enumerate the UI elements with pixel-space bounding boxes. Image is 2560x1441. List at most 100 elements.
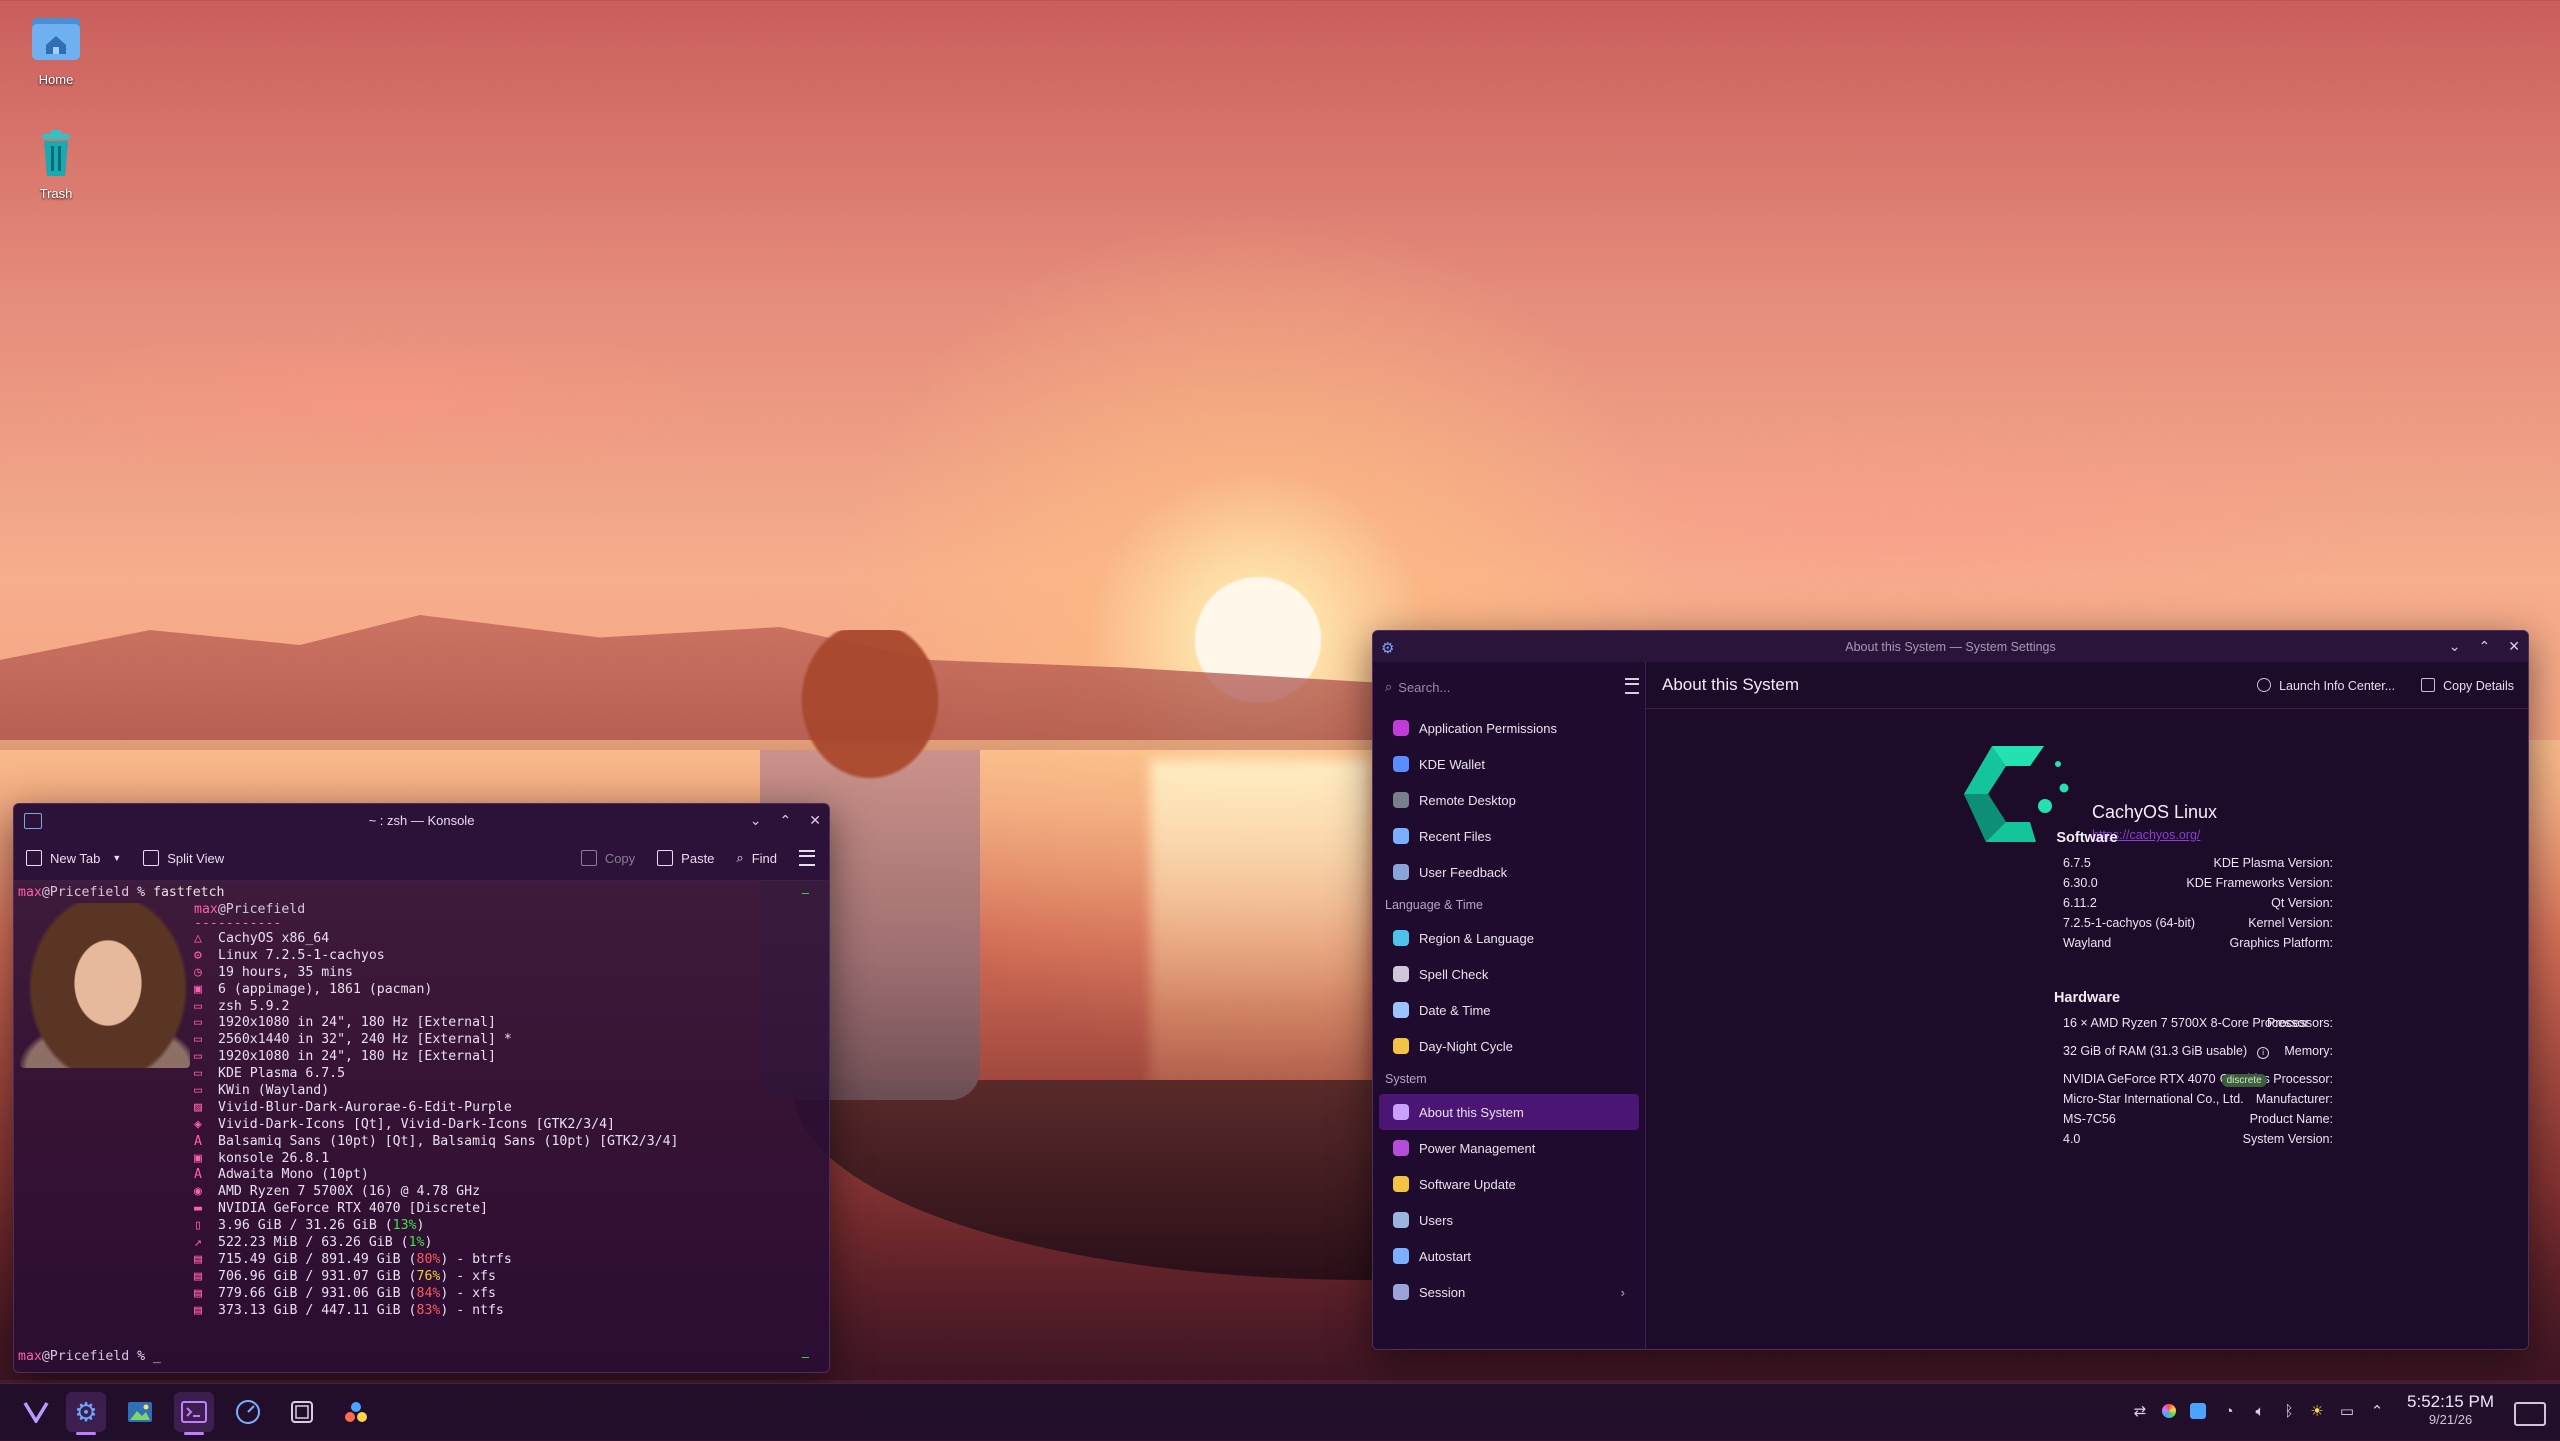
fastfetch-line-icon: ▣ [194, 981, 202, 997]
konsole-titlebar[interactable]: ~ : zsh — Konsole ⌄ ⌃ ✕ [14, 804, 829, 836]
sidebar-item-label: Day-Night Cycle [1419, 1038, 1513, 1054]
sidebar-item-user-feedback[interactable]: User Feedback [1379, 854, 1639, 890]
sidebar-item-date-time[interactable]: Date & Time [1379, 992, 1639, 1028]
sidebar-item-autostart[interactable]: Autostart [1379, 1238, 1639, 1274]
hamburger-menu-icon[interactable] [799, 850, 815, 866]
fastfetch-line-icon: △ [194, 931, 202, 946]
paste-button[interactable]: Paste [657, 850, 714, 866]
minimize-icon[interactable]: ⌄ [2449, 638, 2461, 655]
steam-tray-icon[interactable] [2187, 1400, 2209, 1422]
status-badge: discrete [2221, 1074, 2267, 1087]
sidebar-item-spell-check[interactable]: Spell Check [1379, 956, 1639, 992]
fastfetch-line-text: 522.23 MiB / 63.26 GiB ( [218, 1235, 409, 1251]
taskbar-system-settings[interactable]: ⚙ [66, 1392, 106, 1435]
sidebar-item-software-update[interactable]: Software Update [1379, 1166, 1639, 1202]
desktop-icon-home[interactable]: Home [16, 12, 96, 87]
close-icon[interactable]: ✕ [809, 812, 821, 829]
copy-icon [2421, 677, 2436, 692]
chevron-down-icon[interactable]: ▼ [112, 853, 121, 863]
close-icon[interactable]: ✕ [2508, 638, 2520, 655]
sidebar-item-label: Users [1419, 1212, 1453, 1228]
fastfetch-line-text: zsh 5.9.2 [218, 998, 290, 1014]
info-row: KDE Plasma Version: 6.7.5 [1646, 856, 2528, 876]
sidebar-item-users[interactable]: Users [1379, 1202, 1639, 1238]
fastfetch-line: ▤ 373.13 GiB / 447.11 GiB (83%) - ntfs [194, 1303, 679, 1320]
sidebar-item-label: Spell Check [1419, 966, 1489, 982]
taskbar-image-viewer[interactable] [120, 1392, 160, 1432]
application-launcher-button[interactable] [16, 1392, 56, 1432]
sidebar-item-label: Application Permissions [1419, 720, 1558, 736]
taskbar-konsole[interactable] [174, 1392, 214, 1435]
clipboard-tray-icon[interactable]: ⇄ [2129, 1400, 2151, 1422]
updates-tray-icon[interactable]: ◔ [2218, 1400, 2240, 1422]
terminal-prompt-line: max@Pricefield % _ [18, 1349, 161, 1364]
gauge-icon [236, 1400, 260, 1424]
software-section-title: Software [2056, 830, 2118, 846]
volume-icon[interactable]: 🔈︎ [2249, 1400, 2271, 1422]
info-value-text: 4.0 [2063, 1132, 2081, 1146]
maximize-icon[interactable]: ⌃ [780, 812, 792, 829]
resolve-icon [345, 1402, 367, 1422]
about-this-system-icon [1393, 1104, 1409, 1120]
fastfetch-line: ↗ 522.23 MiB / 63.26 GiB (1%) [194, 1235, 679, 1252]
info-icon[interactable]: i [2257, 1047, 2270, 1059]
settings-titlebar[interactable]: ⚙ About this System — System Settings ⌄ … [1373, 631, 2528, 662]
info-value: Wayland [2063, 936, 2111, 950]
show-hidden-icons-chevron-icon[interactable]: ⌃ [2366, 1400, 2388, 1422]
sidebar-item-session[interactable]: Session › [1379, 1274, 1639, 1310]
sidebar-item-day-night-cycle[interactable]: Day-Night Cycle [1379, 1028, 1639, 1064]
clock[interactable]: 5:52:15 PM 9/21/26 [2407, 1392, 2494, 1427]
fastfetch-line-icon: ▤ [194, 1251, 202, 1267]
trash-icon [29, 126, 83, 180]
fastfetch-line-text: KDE Plasma 6.7.5 [218, 1066, 346, 1082]
maximize-icon[interactable]: ⌃ [2479, 638, 2491, 655]
sidebar-item-region-language[interactable]: Region & Language [1379, 920, 1639, 956]
find-button[interactable]: ⌕ Find [736, 850, 777, 866]
fastfetch-line-icon: ▯ [194, 1218, 202, 1234]
taskbar-window-app[interactable] [282, 1392, 322, 1432]
terminal-icon [181, 1401, 207, 1423]
sidebar-item-remote-desktop[interactable]: Remote Desktop [1379, 782, 1639, 818]
sidebar-item-power-management[interactable]: Power Management [1379, 1130, 1639, 1166]
split-view-icon [143, 850, 160, 866]
taskbar-speedometer-app[interactable] [228, 1392, 268, 1432]
konsole-window[interactable]: ~ : zsh — Konsole ⌄ ⌃ ✕ New Tab ▼ Split … [13, 803, 830, 1373]
sidebar-item-kde-wallet[interactable]: KDE Wallet [1379, 746, 1639, 782]
autostart-icon [1393, 1248, 1409, 1264]
taskbar-davinci-resolve[interactable] [336, 1392, 376, 1432]
sidebar-item-label: KDE Wallet [1419, 756, 1485, 772]
fastfetch-line-text: ) - ntfs [440, 1302, 504, 1318]
show-desktop-button[interactable] [2514, 1402, 2546, 1426]
copy-button[interactable]: Copy [580, 850, 635, 866]
color-picker-tray-icon[interactable] [2158, 1400, 2180, 1422]
copy-details-button[interactable]: Copy Details [2421, 677, 2514, 693]
fastfetch-line-text: 715.49 GiB / 891.49 GiB ( [218, 1251, 417, 1267]
region-language-icon [1393, 930, 1409, 946]
launch-info-center-button[interactable]: Launch Info Center... [2257, 677, 2395, 693]
minimize-icon[interactable]: ⌄ [750, 812, 762, 829]
sidebar-item-label: About this System [1419, 1104, 1524, 1120]
new-tab-button[interactable]: New Tab ▼ [26, 850, 121, 866]
bluetooth-icon[interactable]: ᛒ [2278, 1400, 2300, 1422]
hamburger-menu-icon[interactable] [1625, 678, 1639, 694]
sidebar-item-recent-files[interactable]: Recent Files [1379, 818, 1639, 854]
search-input[interactable]: Search... [1398, 680, 1450, 695]
fastfetch-line-text: ) [416, 1218, 425, 1234]
brightness-icon[interactable]: ☀ [2306, 1400, 2328, 1422]
desktop-icon-trash[interactable]: Trash [16, 126, 96, 201]
system-settings-window[interactable]: ⚙ About this System — System Settings ⌄ … [1372, 630, 2529, 1350]
terminal-area[interactable]: max@Pricefield % fastfetch – max@Pricefi… [14, 881, 829, 1369]
sidebar-item-about-this-system[interactable]: About this System [1379, 1094, 1639, 1130]
hardware-section-title: Hardware [2053, 990, 2121, 1006]
panel-header: About this System Launch Info Center... … [1646, 662, 2528, 709]
fastfetch-line: ▣ konsole 26.8.1 [194, 1151, 679, 1168]
split-view-button[interactable]: Split View [143, 850, 224, 866]
fastfetch-line-text: KWin (Wayland) [218, 1083, 330, 1099]
sidebar-item-application-permissions[interactable]: Application Permissions [1379, 710, 1639, 746]
fastfetch-line: ◷ 19 hours, 35 mins [194, 965, 679, 982]
usage-percentage: 80% [416, 1251, 441, 1267]
display-configuration-icon[interactable]: ▭ [2336, 1400, 2358, 1422]
search-field[interactable]: ⌕ Search... [1385, 672, 1639, 702]
remote-desktop-icon [1393, 792, 1409, 808]
sidebar-item-label: Recent Files [1419, 828, 1492, 844]
